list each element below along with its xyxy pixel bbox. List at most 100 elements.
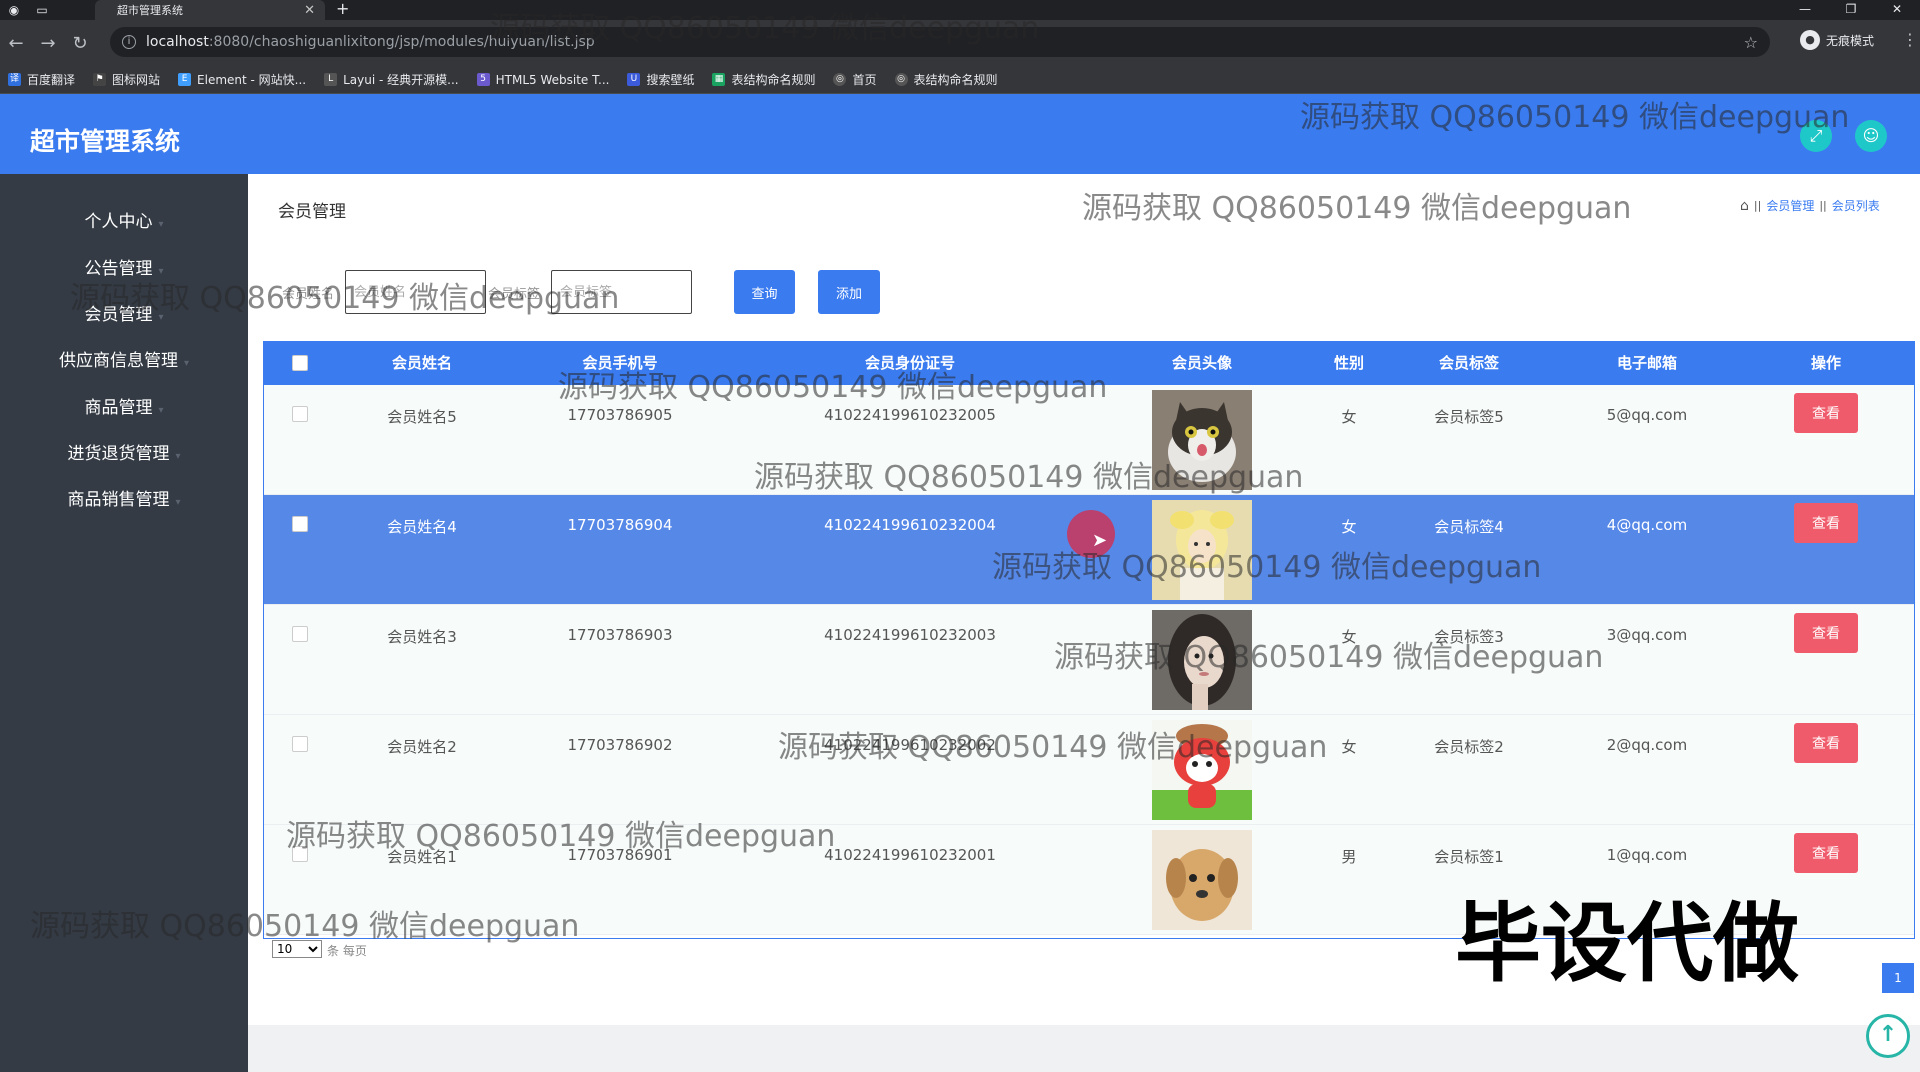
sidebar: 个人中心 公告管理 会员管理 供应商信息管理 商品管理 进货退货管理 商品销售管… [0,174,248,1072]
column-header[interactable]: 电子邮箱 [1617,341,1677,385]
bookmark-item[interactable]: ◎ 表结构命名规则 [894,71,998,88]
tab-close-icon[interactable]: ✕ [304,3,315,18]
row-checkbox[interactable] [292,846,308,862]
sidebar-item-products[interactable]: 商品管理 [0,393,248,418]
view-button[interactable]: 查看 [1794,503,1858,543]
row-checkbox[interactable] [292,516,308,532]
url-input[interactable]: i localhost :8080/chaoshiguanlixitong/js… [110,27,1770,57]
browser-tab[interactable]: 超市管理系统 ✕ [95,0,325,20]
column-header[interactable]: 会员身份证号 [865,341,955,385]
incognito-indicator[interactable]: ● 无痕模式 [1800,30,1874,50]
cell-phone: 17703786903 [567,626,673,644]
sidebar-item-members[interactable]: 会员管理 [0,300,248,325]
new-tab-icon[interactable]: + [336,0,349,20]
page-number-button[interactable]: 1 [1882,963,1914,993]
cursor-arrow-icon: ➤ [1092,530,1108,551]
bookmarks-bar: 译百度翻译 ⚑ 图标网站 E Element - 网站快... L Layui - 经… [0,66,1920,94]
cell-email: 4@qq.com [1606,516,1688,534]
url-host: localhost [146,34,209,50]
user-icon[interactable]: ☺ [1855,120,1887,152]
puppy-avatar-image [1152,830,1252,930]
bookmark-item[interactable]: E Element - 网站快... [178,71,306,88]
bookmark-item[interactable]: L Layui - 经典开源模... [324,71,459,88]
query-button[interactable]: 查询 [734,270,795,314]
bookmark-item[interactable]: 5 HTML5 Website T... [476,73,609,87]
cell-gender: 女 [1341,738,1357,756]
bookmark-item[interactable]: ◎ 首页 [833,71,877,88]
cell-idcard: 410224199610232002 [824,736,996,754]
member-name-search-input[interactable] [345,270,486,314]
view-button[interactable]: 查看 [1794,613,1858,653]
reload-icon[interactable]: ↻ [64,33,96,54]
column-header[interactable]: 会员标签 [1439,341,1499,385]
sidebar-item-personal-center[interactable]: 个人中心 [0,207,248,232]
browser-menu-icon[interactable]: ⋮ [1902,30,1918,49]
restore-icon[interactable]: ❐ [1828,0,1874,20]
sidebar-item-purchase-returns[interactable]: 进货退货管理 [0,439,248,464]
cell-idcard: 410224199610232003 [824,626,996,644]
forward-icon[interactable]: → [32,33,64,54]
bookmark-item[interactable]: 译百度翻译 [8,71,75,88]
search-label-name: 会员姓名 [282,287,335,302]
view-button[interactable]: 查看 [1794,393,1858,433]
browser-logo-icon: ◉ [8,3,20,17]
cell-tag: 会员标签4 [1434,518,1504,536]
cell-idcard: 410224199610232004 [824,516,996,534]
globe-icon: ◎ [833,73,847,86]
column-header[interactable]: 会员姓名 [392,341,452,385]
cell-idcard: 410224199610232001 [824,846,996,864]
per-page-label: 条 每页 [327,944,367,958]
view-button[interactable]: 查看 [1794,833,1858,873]
breadcrumb: ⌂ || 会员管理 || 会员列表 [1740,197,1880,214]
column-header: 会员头像 [1171,354,1233,372]
cell-name: 会员姓名2 [387,738,457,756]
incognito-label: 无痕模式 [1826,33,1875,48]
fullscreen-icon[interactable]: ⤢ [1800,120,1832,152]
cell-gender: 女 [1341,408,1357,426]
wallpaper-icon: U [627,73,641,86]
row-checkbox[interactable] [292,736,308,752]
row-checkbox[interactable] [292,406,308,422]
add-button[interactable]: 添加 [818,270,880,314]
back-to-top-icon[interactable]: ↑ [1866,1014,1910,1058]
tab-overview-icon[interactable]: ▭ [28,0,56,20]
view-button[interactable]: 查看 [1794,723,1858,763]
home-icon[interactable]: ⌂ [1740,198,1749,214]
translate-icon: 译 [8,73,21,86]
sidebar-item-sales[interactable]: 商品销售管理 [0,485,248,510]
girl-portrait-avatar-image [1152,610,1252,710]
table-row[interactable]: 会员姓名5 17703786905 410224199610232005 女 会… [263,385,1915,495]
page-size-select[interactable]: 10 [272,940,322,958]
row-checkbox[interactable] [292,626,308,642]
cell-idcard: 410224199610232005 [824,406,996,424]
sidebar-item-suppliers[interactable]: 供应商信息管理 [0,346,248,371]
back-icon[interactable]: ← [0,33,32,54]
site-info-icon[interactable]: i [122,35,136,49]
sidebar-item-announcements[interactable]: 公告管理 [0,254,248,279]
cartoon-fox-avatar-image [1152,720,1252,820]
member-tag-search-input[interactable] [551,270,692,314]
cell-name: 会员姓名4 [387,518,457,536]
column-header[interactable]: 会员手机号 [582,341,657,385]
globe-icon: ◎ [894,73,908,86]
minimize-icon[interactable]: — [1782,0,1828,20]
breadcrumb-item[interactable]: 会员管理 [1766,197,1814,214]
column-header[interactable]: 性别 [1334,341,1364,385]
app-title: 超市管理系统 [30,127,181,156]
bookmark-item[interactable]: ⚑ 图标网站 [93,71,160,88]
table-row[interactable]: 会员姓名3 17703786903 410224199610232003 女 会… [263,605,1915,715]
app-header: 超市管理系统 ⤢ ☺ [0,94,1920,174]
cell-email: 1@qq.com [1606,846,1688,864]
cell-tag: 会员标签3 [1434,628,1504,646]
cell-email: 3@qq.com [1606,626,1688,644]
select-all-checkbox[interactable] [292,355,308,371]
bookmark-star-icon[interactable]: ☆ [1744,33,1758,52]
bookmark-item[interactable]: U 搜索壁纸 [627,71,694,88]
search-label-tag: 会员标签 [488,287,541,302]
breadcrumb-item[interactable]: 会员列表 [1832,197,1880,214]
table-row[interactable]: 会员姓名2 17703786902 410224199610232002 女 会… [263,715,1915,825]
close-window-icon[interactable]: ✕ [1874,0,1920,20]
cell-phone: 17703786904 [567,516,673,534]
bookmark-item[interactable]: ▦ 表结构命名规则 [712,71,815,88]
breadcrumb-separator: || [1819,199,1827,212]
